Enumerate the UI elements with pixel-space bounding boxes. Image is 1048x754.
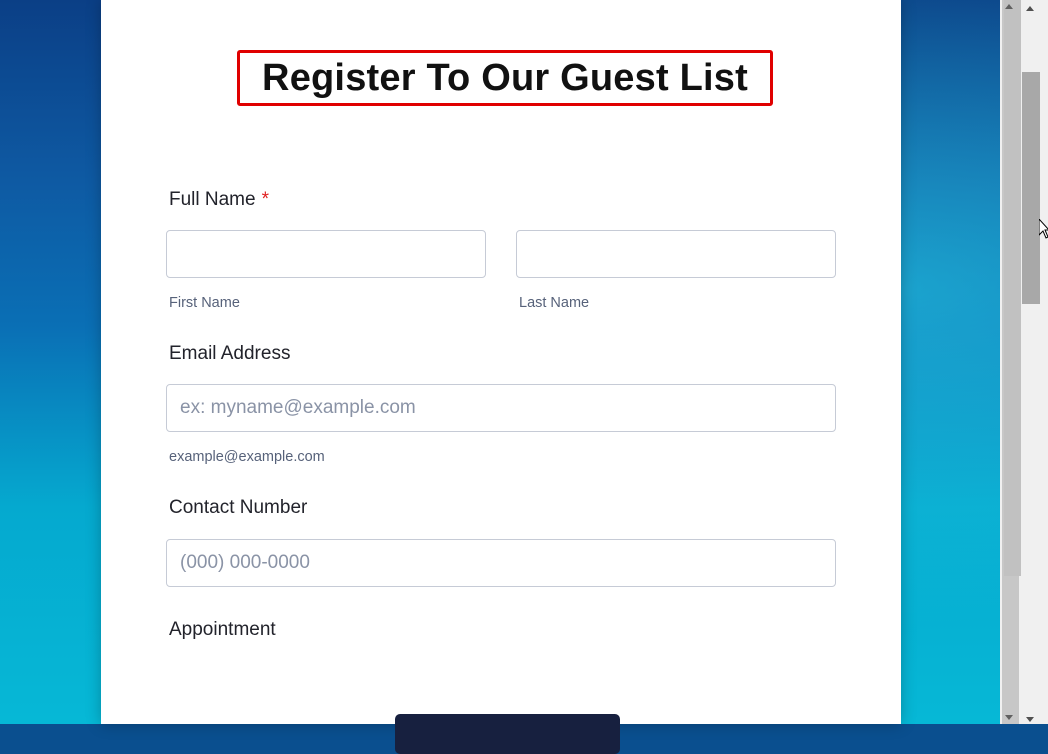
email-placeholder: ex: myname@example.com: [180, 397, 416, 418]
outer-scrollbar-thumb[interactable]: [1022, 72, 1040, 304]
appointment-label: Appointment: [169, 619, 276, 640]
first-name-input[interactable]: [166, 230, 486, 278]
scrollbar-area[interactable]: [1000, 0, 1048, 724]
inner-scrollbar-track[interactable]: [1002, 0, 1021, 724]
full-name-label: Full Name *: [169, 189, 269, 211]
first-name-sublabel: First Name: [169, 295, 240, 311]
email-sublabel: example@example.com: [169, 449, 325, 465]
outer-scroll-up-arrow-icon[interactable]: [1026, 6, 1034, 11]
contact-number-input[interactable]: (000) 000-0000: [166, 539, 836, 587]
email-label: Email Address: [169, 343, 291, 364]
title-highlight-box: Register To Our Guest List: [237, 50, 773, 106]
last-name-sublabel: Last Name: [519, 295, 590, 311]
required-asterisk: *: [261, 189, 269, 210]
contact-number-label: Contact Number: [169, 497, 308, 518]
form-title: Register To Our Guest List: [262, 56, 748, 99]
full-name-label-text: Full Name: [169, 189, 256, 210]
email-input[interactable]: ex: myname@example.com: [166, 384, 836, 432]
submit-button[interactable]: [395, 714, 620, 754]
inner-scrollbar-thumb[interactable]: [1004, 0, 1021, 576]
contact-number-placeholder: (000) 000-0000: [180, 552, 310, 573]
scroll-down-arrow-icon[interactable]: [1005, 715, 1013, 720]
outer-scroll-down-arrow-icon[interactable]: [1026, 717, 1034, 722]
form-panel: Register To Our Guest List Full Name * Fi…: [101, 0, 901, 754]
mouse-pointer-icon: [1039, 219, 1048, 239]
scroll-up-arrow-icon[interactable]: [1005, 4, 1013, 9]
last-name-input[interactable]: [516, 230, 836, 278]
